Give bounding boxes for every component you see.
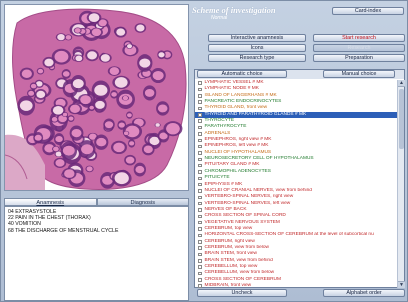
page-subtitle: Normal xyxy=(211,15,228,21)
list-item-label: MIDBRAIN, front view xyxy=(204,283,252,288)
uncheck-button[interactable]: Uncheck xyxy=(197,289,287,297)
checkbox-icon[interactable] xyxy=(198,138,202,143)
checkbox-icon[interactable] xyxy=(198,265,202,269)
checkbox-icon[interactable] xyxy=(198,87,202,92)
checkbox-icon[interactable] xyxy=(198,170,202,174)
interactive-anamnesis-button[interactable]: Interactive anamnesis xyxy=(208,34,306,42)
histology-image-panel xyxy=(4,4,189,191)
scroll-thumb[interactable] xyxy=(399,89,404,149)
thyroid-tissue-image xyxy=(5,5,188,190)
checkbox-icon[interactable] xyxy=(198,195,202,200)
checkbox-icon[interactable] xyxy=(198,125,202,130)
checkbox-icon[interactable] xyxy=(198,144,202,149)
checkbox-icon[interactable] xyxy=(198,240,202,244)
page-title: Scheme of investigation xyxy=(192,5,276,15)
anamnesis-notes[interactable]: 04 EXTRASYSTOLE 22 PAIN IN THE CHEST (TH… xyxy=(4,206,189,301)
checkbox-icon[interactable] xyxy=(198,278,202,282)
checkbox-icon[interactable] xyxy=(198,189,202,193)
checkbox-icon[interactable] xyxy=(198,81,202,85)
manual-choice-button[interactable]: Manual choice xyxy=(323,70,395,78)
checkbox-icon[interactable] xyxy=(198,271,202,276)
structures-list[interactable]: LYMPHATIC VESSEL # MK LYMPHATIC NODE # MK… xyxy=(195,80,398,288)
checkbox-icon[interactable] xyxy=(198,106,202,111)
left-tab-bar: Anamnesis Diagnosis xyxy=(4,198,189,206)
checkbox-icon[interactable] xyxy=(198,259,202,263)
start-research-button[interactable]: Start research xyxy=(313,34,405,42)
preparation-button[interactable]: Preparation xyxy=(313,54,405,62)
tab-anamnesis[interactable]: Anamnesis xyxy=(4,198,97,206)
application-window: Anamnesis Diagnosis 04 EXTRASYSTOLE 22 P… xyxy=(0,0,408,302)
checkbox-icon[interactable] xyxy=(198,284,202,288)
checkbox-icon[interactable] xyxy=(198,182,202,187)
research-button-disabled: Research xyxy=(313,44,405,52)
checkbox-icon[interactable] xyxy=(198,227,202,231)
checkbox-icon[interactable] xyxy=(198,252,202,257)
checkbox-icon[interactable] xyxy=(198,132,202,136)
checkbox-icon[interactable] xyxy=(198,113,202,117)
alphabet-order-button[interactable]: Alphabet order xyxy=(323,289,405,297)
checkbox-icon[interactable] xyxy=(198,94,202,98)
checkbox-icon[interactable] xyxy=(198,157,202,162)
checkbox-icon[interactable] xyxy=(198,100,202,104)
research-type-button[interactable]: Research type xyxy=(208,54,306,62)
checkbox-icon[interactable] xyxy=(198,214,202,219)
checkbox-icon[interactable] xyxy=(198,220,202,225)
scroll-down-icon[interactable]: ▼ xyxy=(398,281,405,288)
checkbox-icon[interactable] xyxy=(198,119,202,123)
tab-diagnosis[interactable]: Diagnosis xyxy=(96,198,189,206)
checkbox-icon[interactable] xyxy=(198,233,202,238)
icons-button[interactable]: Icons xyxy=(208,44,306,52)
automatic-choice-button[interactable]: Automatic choice xyxy=(197,70,287,78)
card-index-button[interactable]: Card-index xyxy=(332,7,404,15)
note-line: 68 THE DISCHARGE OF MENSTRUAL CYCLE xyxy=(8,227,119,234)
list-item[interactable]: MIDBRAIN, front view xyxy=(195,283,398,288)
list-scrollbar[interactable]: ▲ ▼ xyxy=(397,80,405,288)
checkbox-icon[interactable] xyxy=(198,163,202,168)
checkbox-icon[interactable] xyxy=(198,151,202,155)
checkbox-icon[interactable] xyxy=(198,208,202,212)
checkbox-icon[interactable] xyxy=(198,176,202,181)
checkbox-icon[interactable] xyxy=(198,201,202,206)
structures-list-panel: LYMPHATIC VESSEL # MK LYMPHATIC NODE # MK… xyxy=(194,69,405,288)
checkbox-icon[interactable] xyxy=(198,246,202,250)
scroll-up-icon[interactable]: ▲ xyxy=(398,80,405,87)
